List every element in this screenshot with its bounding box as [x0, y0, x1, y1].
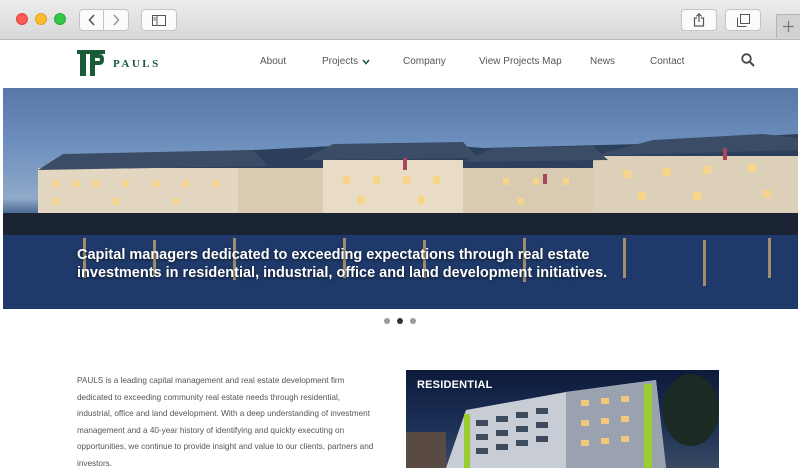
browser-toolbar [0, 0, 800, 40]
slider-dot-1[interactable] [384, 318, 390, 324]
chevron-right-icon [113, 14, 120, 26]
tabs-icon [736, 13, 750, 27]
intro-paragraph: PAULS is a leading capital management an… [77, 376, 374, 468]
sidebar-toggle-button[interactable] [141, 9, 177, 31]
new-tab-button[interactable] [776, 14, 800, 38]
browser-window: PAULS About Projects Company View Projec… [0, 0, 800, 468]
plus-icon [783, 21, 794, 32]
slider-dot-2[interactable] [397, 318, 403, 324]
show-tabs-button[interactable] [725, 9, 761, 31]
back-button[interactable] [79, 9, 104, 31]
pauls-logo-mark-icon [77, 50, 105, 76]
hero-caption-line-1: Capital managers dedicated to exceeding … [77, 247, 590, 263]
sidebar-icon [152, 14, 166, 26]
zoom-window-button[interactable] [54, 13, 66, 25]
chevron-down-icon [362, 58, 370, 65]
residential-title: RESIDENTIAL [417, 379, 493, 391]
hero-slider[interactable]: Capital managers dedicated to exceeding … [3, 88, 798, 309]
chevron-left-icon [87, 14, 95, 26]
close-window-button[interactable] [16, 13, 28, 25]
nav-projects[interactable]: Projects [322, 56, 370, 67]
nav-news[interactable]: News [590, 56, 615, 67]
hero-caption: Capital managers dedicated to exceeding … [77, 246, 637, 282]
slider-dot-3[interactable] [410, 318, 416, 324]
slider-pagination [384, 318, 416, 324]
site-logo[interactable]: PAULS [77, 48, 161, 78]
nav-about[interactable]: About [260, 56, 286, 67]
nav-projects-label: Projects [322, 56, 359, 67]
search-button[interactable] [741, 53, 755, 72]
minimize-window-button[interactable] [35, 13, 47, 25]
share-button[interactable] [681, 9, 717, 31]
share-icon [693, 13, 705, 27]
nav-view-projects-map[interactable]: View Projects Map [479, 56, 562, 67]
logo-wordmark: PAULS [113, 58, 161, 70]
forward-button[interactable] [104, 9, 129, 31]
site-header: PAULS About Projects Company View Projec… [0, 40, 800, 88]
search-icon [741, 53, 755, 67]
nav-contact[interactable]: Contact [650, 56, 684, 67]
hero-caption-line-2: investments in residential, industrial, … [77, 265, 608, 281]
residential-feature-card[interactable]: RESIDENTIAL [406, 370, 719, 468]
nav-company[interactable]: Company [403, 56, 446, 67]
